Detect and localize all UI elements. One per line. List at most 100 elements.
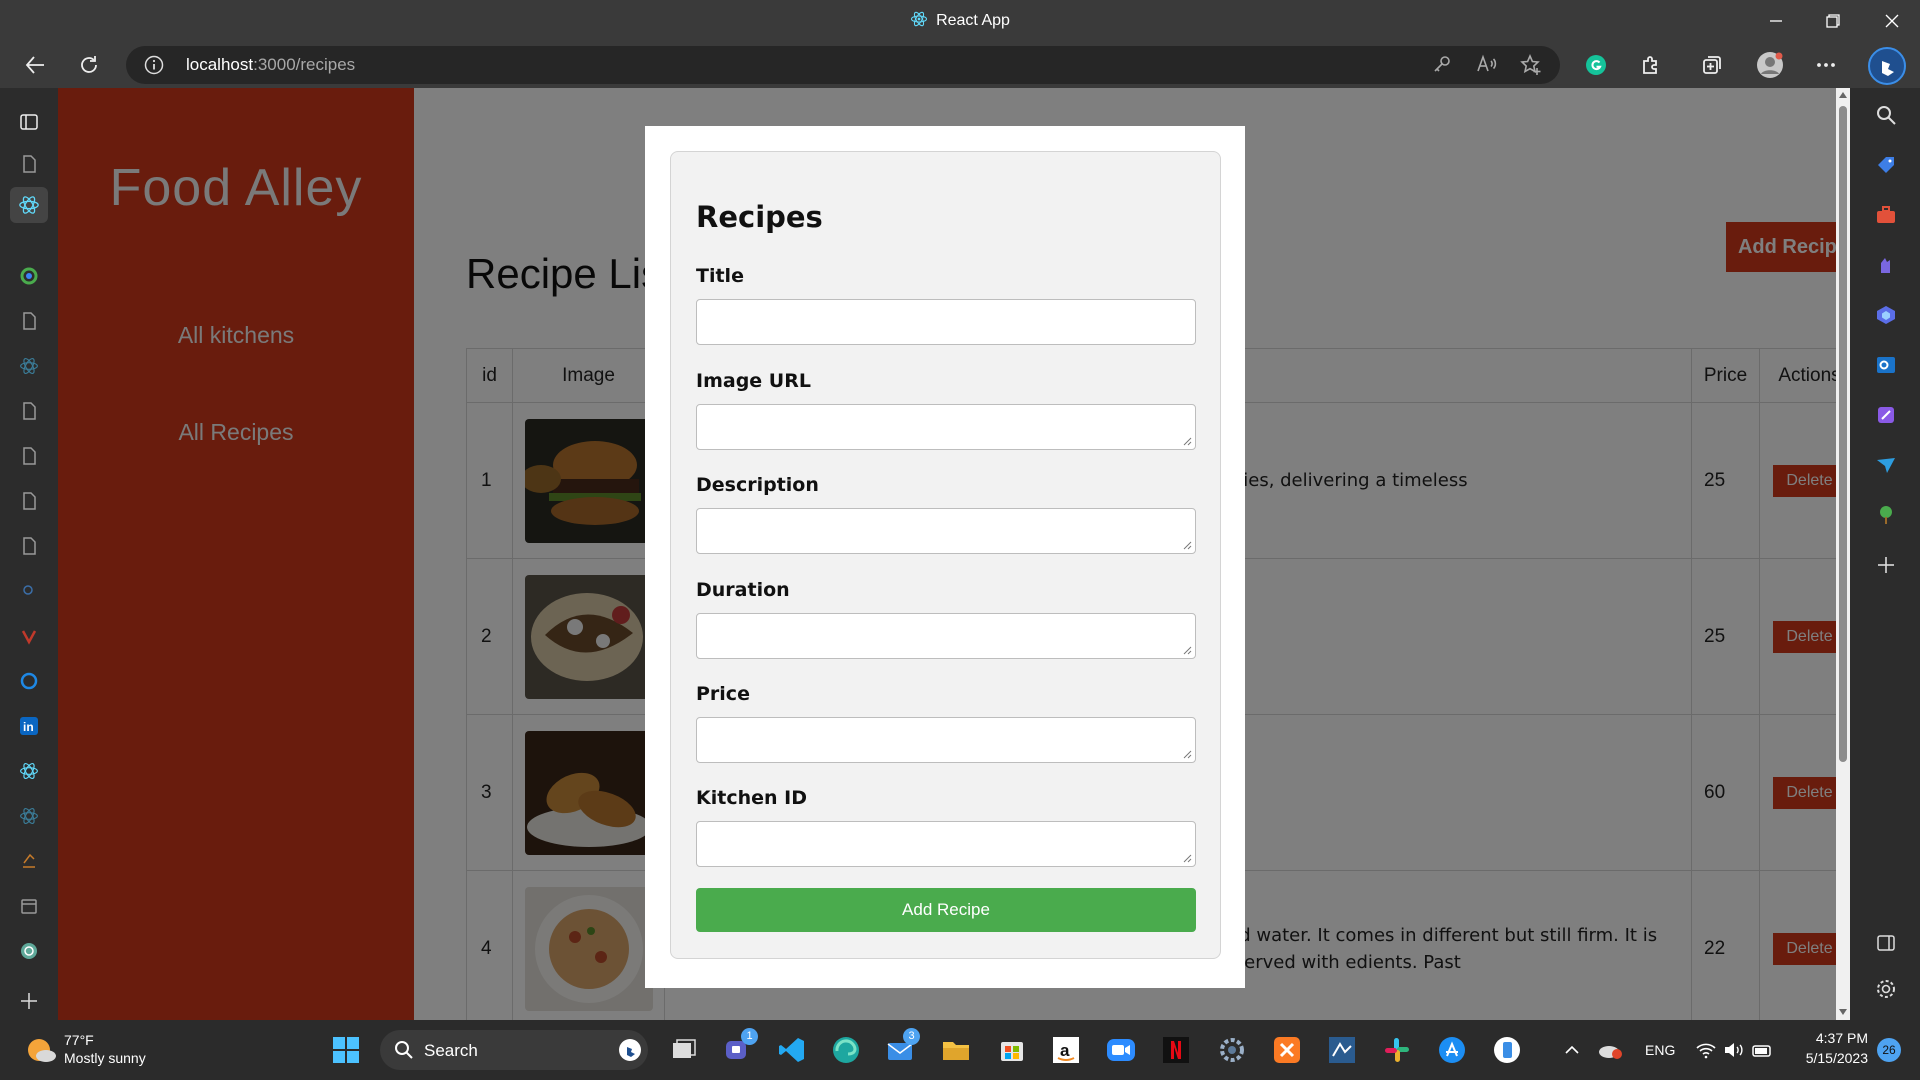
favorite-add-icon[interactable] [1520, 53, 1542, 81]
mail-icon[interactable]: 3 [884, 1028, 920, 1066]
add-sidebar-app-icon[interactable] [1873, 552, 1899, 578]
task-view-icon[interactable] [668, 1034, 700, 1066]
netflix-icon[interactable] [1160, 1034, 1192, 1066]
show-hidden-icons-chevron-icon[interactable] [1556, 1034, 1588, 1066]
clock-time[interactable]: 4:37 PM [1796, 1030, 1868, 1046]
tab-page-icon[interactable] [17, 152, 41, 176]
resize-grip-icon[interactable] [1183, 437, 1192, 446]
tab-calendar-icon[interactable] [17, 894, 41, 918]
designer-icon[interactable] [1873, 402, 1899, 428]
tab-page-icon[interactable] [17, 399, 41, 423]
copilot-icon[interactable] [1873, 302, 1899, 328]
notification-count-badge[interactable]: 26 [1877, 1038, 1901, 1062]
language-indicator[interactable]: ENG [1645, 1042, 1675, 1058]
description-input[interactable] [696, 508, 1196, 554]
tab-react-app-icon[interactable] [10, 187, 48, 223]
xampp-icon[interactable] [1271, 1034, 1303, 1066]
image-url-input[interactable] [696, 404, 1196, 450]
tab-edge-icon[interactable] [17, 669, 41, 693]
teams-chat-icon[interactable]: 1 [722, 1028, 758, 1066]
tab-search-icon[interactable] [17, 579, 41, 603]
kitchen-id-input[interactable] [696, 821, 1196, 867]
teams-badge: 1 [741, 1028, 758, 1045]
profile-avatar-icon[interactable] [1753, 48, 1787, 82]
scroll-down-arrow-icon[interactable] [1838, 1008, 1848, 1016]
clock-date[interactable]: 5/15/2023 [1790, 1050, 1868, 1066]
collections-icon[interactable] [1695, 48, 1729, 82]
tab-page-icon[interactable] [17, 309, 41, 333]
page-scrollbar[interactable] [1836, 88, 1850, 1020]
tab-react-icon[interactable] [17, 804, 41, 828]
search-label: Search [424, 1041, 478, 1060]
resize-grip-icon[interactable] [1183, 854, 1192, 863]
scroll-thumb[interactable] [1839, 106, 1847, 762]
outlook-icon[interactable] [1873, 352, 1899, 378]
resize-grip-icon[interactable] [1183, 750, 1192, 759]
title-input[interactable] [696, 299, 1196, 345]
phone-link-icon[interactable] [1491, 1034, 1523, 1066]
windows-start-icon[interactable] [330, 1034, 362, 1066]
shopping-tag-icon[interactable] [1873, 152, 1899, 178]
vscode-icon[interactable] [776, 1034, 808, 1066]
resize-grip-icon[interactable] [1183, 646, 1192, 655]
mysql-workbench-icon[interactable] [1326, 1034, 1358, 1066]
image-url-label: Image URL [696, 370, 811, 392]
slack-icon[interactable] [1381, 1034, 1413, 1066]
settings-app-icon[interactable] [1216, 1034, 1248, 1066]
bing-icon [619, 1039, 641, 1061]
tab-vercel-icon[interactable] [17, 624, 41, 648]
back-button[interactable] [18, 48, 52, 82]
zoom-icon[interactable] [1105, 1034, 1137, 1066]
bing-copilot-icon[interactable] [1867, 46, 1907, 86]
submit-recipe-button[interactable]: Add Recipe [696, 888, 1196, 932]
grammarly-extension-icon[interactable] [1579, 48, 1613, 82]
minimize-button[interactable] [1748, 0, 1804, 42]
tab-page-icon[interactable] [17, 534, 41, 558]
games-icon[interactable] [1873, 252, 1899, 278]
recipe-form: Recipes Title Image URL Description Dura… [670, 151, 1221, 959]
price-input[interactable] [696, 717, 1196, 763]
extensions-icon[interactable] [1634, 48, 1668, 82]
more-menu-icon[interactable] [1809, 48, 1843, 82]
tab-page-icon[interactable] [17, 444, 41, 468]
refresh-button[interactable] [72, 48, 106, 82]
tab-react-icon[interactable] [17, 759, 41, 783]
new-tab-icon[interactable] [17, 989, 41, 1013]
address-bar[interactable]: localhost:3000/recipes [126, 46, 1560, 84]
onedrive-status-icon[interactable] [1594, 1034, 1626, 1066]
duration-input[interactable] [696, 613, 1196, 659]
resize-grip-icon[interactable] [1183, 541, 1192, 550]
tab-stack-icon[interactable] [17, 849, 41, 873]
vertical-tabs-bar: in [0, 88, 58, 1020]
app-store-icon[interactable] [1436, 1034, 1468, 1066]
weather-condition: Mostly sunny [64, 1050, 146, 1066]
modal-title: Recipes [696, 200, 823, 234]
battery-icon[interactable] [1746, 1034, 1778, 1066]
tab-react-icon[interactable] [17, 354, 41, 378]
taskbar-search-box[interactable]: Search [380, 1030, 648, 1070]
tab-chrome-icon[interactable] [17, 264, 41, 288]
edge-browser-icon[interactable] [830, 1034, 862, 1066]
url-text[interactable]: localhost:3000/recipes [186, 55, 355, 75]
tree-icon[interactable] [1873, 502, 1899, 528]
read-aloud-icon[interactable] [1476, 54, 1498, 79]
microsoft-store-icon[interactable] [996, 1034, 1028, 1066]
site-info-icon[interactable] [144, 55, 164, 80]
settings-gear-icon[interactable] [1873, 976, 1899, 1002]
send-icon[interactable] [1873, 452, 1899, 478]
scroll-up-arrow-icon[interactable] [1838, 91, 1848, 99]
amazon-icon[interactable]: a [1050, 1034, 1082, 1066]
tab-page-icon[interactable] [17, 489, 41, 513]
search-icon[interactable] [1873, 102, 1899, 128]
hide-sidebar-icon[interactable] [1873, 930, 1899, 956]
browser-toolbar: localhost:3000/recipes [0, 42, 1920, 88]
restore-button[interactable] [1805, 0, 1861, 42]
password-key-icon[interactable] [1432, 54, 1452, 79]
tab-chatgpt-icon[interactable] [17, 939, 41, 963]
close-button[interactable] [1864, 0, 1920, 42]
tab-linkedin-icon[interactable]: in [17, 714, 41, 738]
tab-actions-icon[interactable] [17, 110, 41, 134]
price-label: Price [696, 683, 750, 705]
tools-icon[interactable] [1873, 202, 1899, 228]
file-explorer-icon[interactable] [940, 1034, 972, 1066]
